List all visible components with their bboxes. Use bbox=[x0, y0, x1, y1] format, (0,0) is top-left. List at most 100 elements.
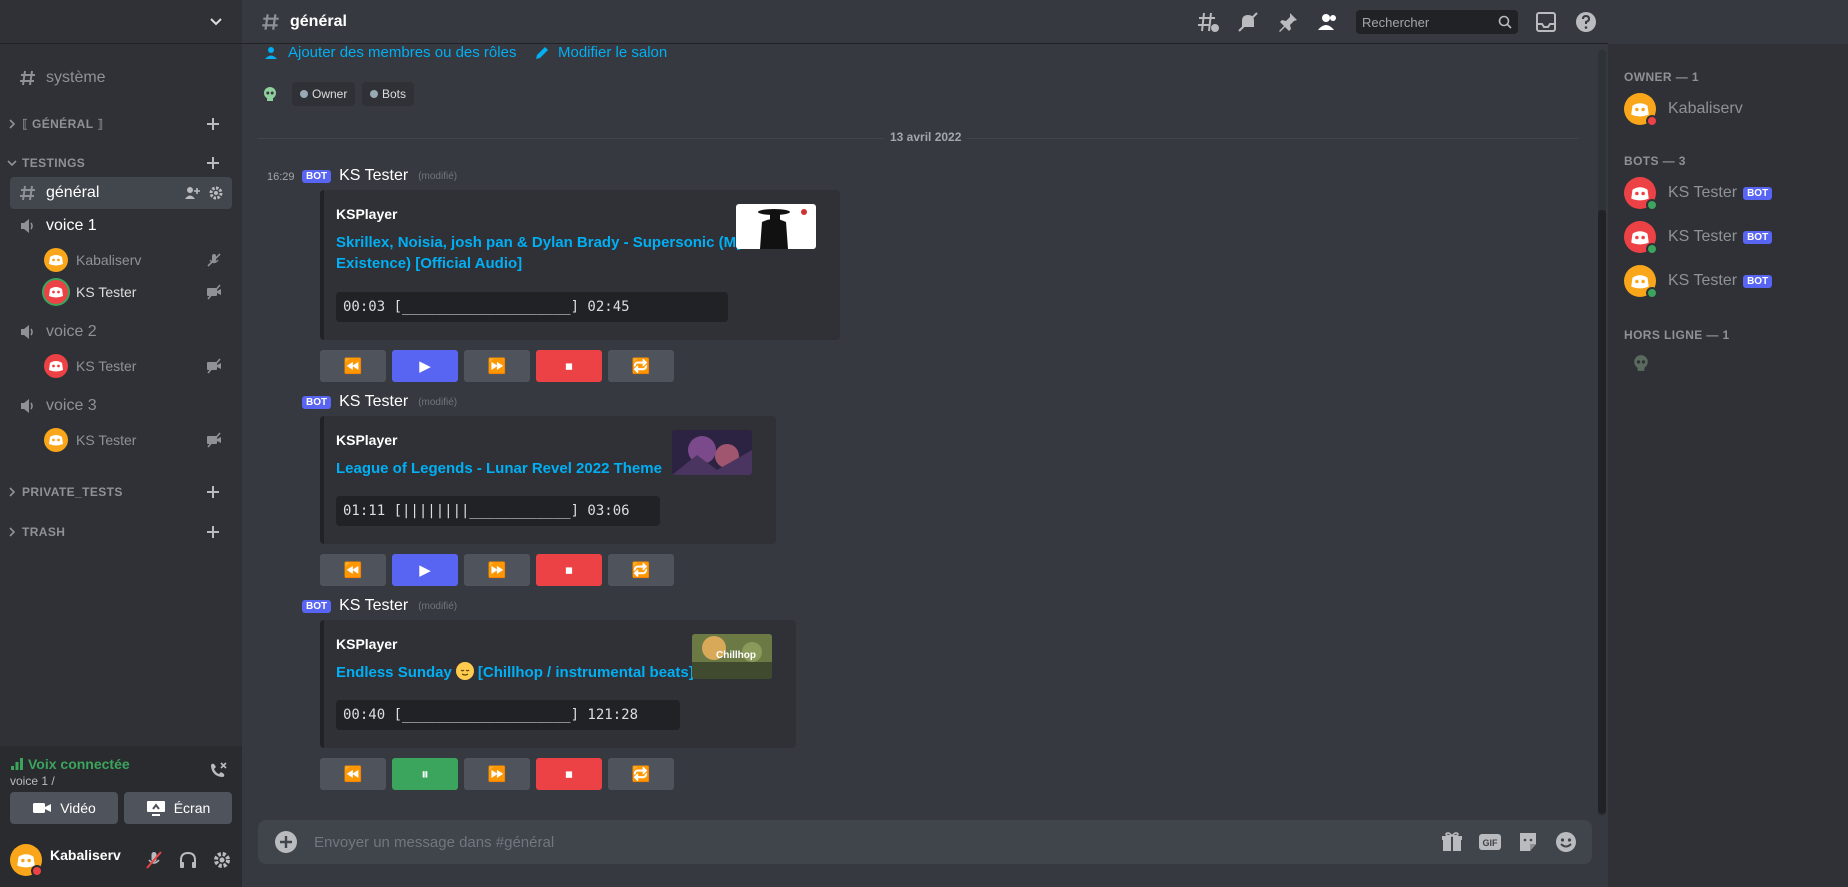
gear-icon[interactable] bbox=[208, 185, 224, 201]
voice-status[interactable]: Voix connectée bbox=[10, 756, 130, 772]
voice-user-ks-tester[interactable]: KS Tester bbox=[44, 278, 230, 306]
category-trash[interactable]: TRASH bbox=[6, 520, 234, 544]
guild-header[interactable] bbox=[0, 0, 242, 44]
username[interactable]: Kabaliserv bbox=[50, 847, 121, 863]
chevron-down-icon[interactable] bbox=[208, 14, 224, 30]
gift-icon[interactable] bbox=[1440, 830, 1464, 854]
gif-icon[interactable]: GIF bbox=[1478, 830, 1502, 854]
voice-user-ks-tester[interactable]: KS Tester bbox=[44, 352, 230, 380]
chevron-right-icon bbox=[6, 526, 18, 538]
voice-user-kabaliserv[interactable]: Kabaliserv bbox=[44, 246, 230, 274]
category-label: TESTINGS bbox=[22, 156, 86, 170]
edited-label: (modifié) bbox=[418, 600, 458, 612]
category-general[interactable]: ⟦ GÉNÉRAL ⟧ bbox=[6, 112, 234, 136]
message-list[interactable]: Ajouter des membres ou des rôles Modifie… bbox=[242, 44, 1608, 814]
online-status-icon bbox=[1646, 199, 1658, 211]
category-testings[interactable]: TESTINGS bbox=[6, 151, 234, 175]
inbox-icon[interactable] bbox=[1534, 10, 1558, 34]
pin-icon[interactable] bbox=[1276, 10, 1300, 34]
stop-button[interactable]: ⏹ bbox=[536, 554, 602, 586]
loop-button[interactable]: 🔁 bbox=[608, 554, 674, 586]
bot-tag: BOT bbox=[302, 599, 332, 613]
avatar bbox=[1624, 93, 1658, 127]
channel-systeme[interactable]: système bbox=[10, 62, 232, 94]
stop-button[interactable]: ⏹ bbox=[536, 350, 602, 382]
add-channel-icon[interactable] bbox=[206, 525, 220, 539]
search-placeholder: Rechercher bbox=[1362, 14, 1430, 30]
role-chip-owner[interactable]: Owner bbox=[292, 82, 356, 106]
screen-label: Écran bbox=[173, 800, 211, 816]
message-author[interactable]: KS Tester bbox=[339, 167, 408, 185]
bot-tag: BOT bbox=[302, 395, 332, 409]
message-input[interactable]: Envoyer un message dans #général bbox=[314, 834, 554, 851]
message-composer[interactable]: Envoyer un message dans #général GIF bbox=[258, 820, 1592, 864]
player-controls: ⏪ ▶ ⏩ ⏹ 🔁 bbox=[320, 350, 674, 382]
member-item[interactable]: KS Tester BOT bbox=[1624, 172, 1834, 214]
album-thumbnail[interactable] bbox=[736, 204, 816, 249]
forward-button[interactable]: ⏩ bbox=[464, 554, 530, 586]
embed-title[interactable]: League of Legends - Lunar Revel 2022 The… bbox=[336, 458, 662, 479]
play-button[interactable]: ▶ bbox=[392, 350, 458, 382]
forward-button[interactable]: ⏩ bbox=[464, 350, 530, 382]
add-members-link[interactable]: Ajouter des membres ou des rôles bbox=[264, 44, 516, 61]
embed-title[interactable]: Skrillex, Noisia, josh pan & Dylan Brady… bbox=[336, 232, 744, 274]
emoji-icon[interactable] bbox=[1554, 830, 1578, 854]
speaker-icon bbox=[18, 216, 38, 236]
stop-button[interactable]: ⏹ bbox=[536, 758, 602, 790]
screen-share-button[interactable]: Écran bbox=[124, 792, 232, 824]
message-author[interactable]: KS Tester bbox=[339, 393, 408, 411]
member-list-icon[interactable] bbox=[1316, 10, 1340, 34]
member-item[interactable]: KS Tester BOT bbox=[1624, 260, 1834, 302]
pencil-icon bbox=[534, 45, 550, 61]
play-button[interactable]: ▶ bbox=[392, 554, 458, 586]
help-icon[interactable] bbox=[1574, 10, 1598, 34]
add-channel-icon[interactable] bbox=[206, 485, 220, 499]
role-chip-bots[interactable]: Bots bbox=[362, 82, 415, 106]
forward-button[interactable]: ⏩ bbox=[464, 758, 530, 790]
mic-muted-icon[interactable] bbox=[144, 850, 164, 870]
search-input[interactable]: Rechercher bbox=[1356, 10, 1518, 34]
scrollbar-thumb[interactable] bbox=[1598, 210, 1606, 814]
channel-label: système bbox=[46, 69, 106, 86]
avatar bbox=[1624, 221, 1658, 255]
member-item[interactable]: Kabaliserv bbox=[1624, 88, 1834, 130]
add-members-label: Ajouter des membres ou des rôles bbox=[288, 44, 517, 61]
speaker-icon bbox=[18, 322, 38, 342]
channel-general[interactable]: général bbox=[10, 177, 232, 209]
member-item[interactable]: KS Tester BOT bbox=[1624, 216, 1834, 258]
disconnect-icon[interactable] bbox=[208, 760, 228, 780]
avatar bbox=[44, 428, 68, 452]
message-author[interactable]: KS Tester bbox=[339, 597, 408, 615]
video-label: Vidéo bbox=[60, 800, 96, 816]
add-attachment-icon[interactable] bbox=[274, 830, 298, 854]
album-thumbnail[interactable] bbox=[672, 430, 752, 475]
category-private-tests[interactable]: PRIVATE_TESTS bbox=[6, 480, 234, 504]
voice-user-ks-tester[interactable]: KS Tester bbox=[44, 426, 230, 454]
edit-channel-link[interactable]: Modifier le salon bbox=[534, 44, 667, 61]
gear-icon[interactable] bbox=[212, 850, 232, 870]
sticker-icon[interactable] bbox=[1516, 830, 1540, 854]
skull-icon[interactable] bbox=[1632, 354, 1650, 372]
progress-text: 00:03 [____________________] 02:45 bbox=[336, 292, 728, 322]
loop-button[interactable]: 🔁 bbox=[608, 758, 674, 790]
voice-channel-3[interactable]: voice 3 bbox=[10, 390, 232, 422]
headphones-icon[interactable] bbox=[178, 850, 198, 870]
edited-label: (modifié) bbox=[418, 170, 458, 182]
voice-channel-2[interactable]: voice 2 bbox=[10, 316, 232, 348]
album-thumbnail[interactable]: Chillhop bbox=[692, 634, 772, 679]
rewind-button[interactable]: ⏪ bbox=[320, 350, 386, 382]
notification-muted-icon[interactable] bbox=[1236, 10, 1260, 34]
invite-icon[interactable] bbox=[184, 185, 200, 201]
voice-channel-1[interactable]: voice 1 bbox=[10, 210, 232, 242]
video-button[interactable]: Vidéo bbox=[10, 792, 118, 824]
bot-tag: BOT bbox=[1743, 230, 1773, 244]
voice-channel-path[interactable]: voice 1 / bbox=[10, 774, 55, 788]
add-channel-icon[interactable] bbox=[206, 117, 220, 131]
loop-button[interactable]: 🔁 bbox=[608, 350, 674, 382]
rewind-button[interactable]: ⏪ bbox=[320, 758, 386, 790]
add-channel-icon[interactable] bbox=[206, 156, 220, 170]
threads-icon[interactable] bbox=[1196, 10, 1220, 34]
rewind-button[interactable]: ⏪ bbox=[320, 554, 386, 586]
pause-button[interactable]: ⏸ bbox=[392, 758, 458, 790]
embed-title[interactable]: Endless Sunday [Chillhop / instrumental b… bbox=[336, 662, 694, 683]
